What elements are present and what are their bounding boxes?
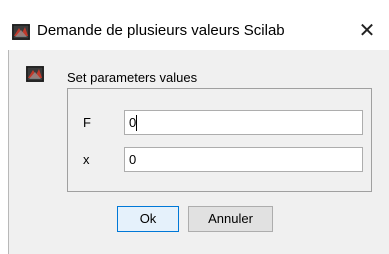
ok-button[interactable]: Ok	[117, 206, 179, 232]
cancel-button[interactable]: Annuler	[188, 206, 273, 232]
text-caret	[136, 115, 137, 131]
dialog-message: Set parameters values	[67, 70, 198, 85]
title-bar[interactable]: Demande de plusieurs valeurs Scilab ✕	[0, 0, 389, 50]
field-label-x: x	[83, 152, 90, 167]
window-left-border	[8, 50, 9, 254]
field-label-f: F	[83, 115, 91, 130]
parameters-group	[67, 88, 372, 192]
x-input[interactable]	[124, 147, 363, 172]
close-icon[interactable]: ✕	[358, 21, 376, 41]
scilab-icon	[12, 24, 30, 40]
f-input[interactable]	[124, 110, 363, 135]
window-title: Demande de plusieurs valeurs Scilab	[37, 22, 285, 39]
scilab-icon	[26, 66, 44, 82]
